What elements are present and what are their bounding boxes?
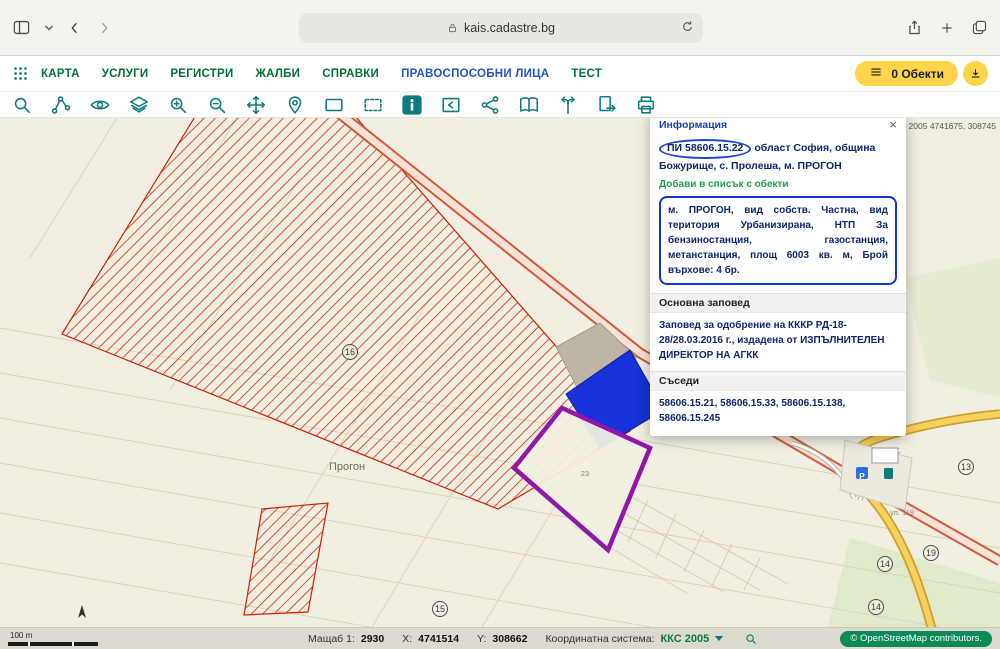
crs-label: Координатна система:	[545, 633, 654, 645]
osm-attribution[interactable]: © OpenStreetMap contributors.	[840, 631, 992, 647]
zoom-out-icon[interactable]	[205, 93, 228, 116]
tabs-overview-icon[interactable]	[971, 19, 988, 36]
main-navigation: КАРТА УСЛУГИ РЕГИСТРИ ЖАЛБИ СПРАВКИ ПРАВОСПОС…	[0, 56, 1000, 92]
forward-icon[interactable]	[96, 20, 112, 36]
kais-cadastre-app: kais.cadastre.bg КАРТА УСЛУГИ РЕГИСТРИ ЖАЛБ…	[0, 0, 1000, 649]
nav-item-2[interactable]: РЕГИСТРИ	[170, 68, 233, 80]
statusbar-search-icon[interactable]	[744, 632, 758, 646]
x-label: X:	[402, 633, 412, 645]
menu-icon	[869, 65, 883, 82]
nav-links: КАРТА УСЛУГИ РЕГИСТРИ ЖАЛБИ СПРАВКИ ПРАВОСПОС…	[41, 68, 624, 80]
map-toolbar	[0, 92, 1000, 118]
y-value: 308662	[492, 633, 527, 645]
sidebar-toggle-icon[interactable]	[12, 18, 31, 37]
nav-item-3[interactable]: ЖАЛБИ	[256, 68, 301, 80]
parcel-details: м. ПРОГОН, вид собств. Частна, вид терит…	[659, 196, 897, 285]
legend-icon[interactable]	[517, 93, 540, 116]
reload-icon[interactable]	[680, 19, 695, 34]
add-to-objects-link[interactable]: Добави в списък с обекти	[659, 179, 897, 190]
map-label: ул. 119	[890, 508, 914, 517]
close-icon[interactable]: ×	[889, 118, 897, 131]
parcel-id[interactable]: ПИ 58606.15.22	[659, 139, 751, 159]
neighbors-section-header: Съседи	[650, 371, 906, 391]
nav-item-6[interactable]: ТЕСТ	[571, 68, 602, 80]
nav-item-1[interactable]: УСЛУГИ	[102, 68, 149, 80]
download-objects-button[interactable]	[963, 61, 988, 86]
back-icon[interactable]	[67, 20, 83, 36]
select-rectangle-icon[interactable]	[322, 93, 345, 116]
map-label: P	[859, 471, 865, 481]
info-icon[interactable]	[400, 93, 423, 116]
map-label: 23	[581, 469, 589, 478]
info-panel: Информация × ПИ 58606.15.22 област София…	[650, 118, 906, 436]
scalebar-label: 100 m	[8, 632, 104, 640]
y-label: Y:	[477, 633, 486, 645]
objects-badge-group: 0 Обекти	[855, 61, 988, 86]
objects-count-label: 0 Обекти	[891, 67, 944, 81]
panel-title: Информация	[659, 119, 727, 131]
parcel-header: ПИ 58606.15.22 област София, община Божу…	[659, 139, 897, 175]
url-text: kais.cadastre.bg	[464, 21, 555, 35]
crs-select[interactable]: ККС 2005	[660, 633, 724, 645]
scalebar-bar	[8, 642, 98, 646]
dropdown-caret-icon	[714, 635, 724, 642]
nav-item-0[interactable]: КАРТА	[41, 68, 80, 80]
building	[872, 448, 898, 463]
chevron-down-icon[interactable]	[44, 24, 54, 32]
nav-item-5[interactable]: ПРАВОСПОСОБНИ ЛИЦА	[401, 68, 549, 80]
scale-value: 2930	[361, 633, 384, 645]
map-label: Прогон	[329, 461, 365, 473]
map-label: 15	[435, 604, 445, 614]
split-icon[interactable]	[556, 93, 579, 116]
order-section-header: Основна заповед	[650, 293, 906, 313]
apps-grid-icon[interactable]	[12, 65, 29, 82]
map-label: 16	[345, 347, 355, 357]
map-label: 14	[880, 559, 890, 569]
neighbors-list: 58606.15.21, 58606.15.33, 58606.15.138, …	[659, 396, 897, 426]
status-readouts: Мащаб 1: 2930 X: 4741514 Y: 308662 Коорд…	[308, 632, 758, 646]
layers-icon[interactable]	[127, 93, 150, 116]
scalebar: 100 m	[8, 632, 104, 646]
search-icon[interactable]	[10, 93, 33, 116]
clear-selection-icon[interactable]	[361, 93, 384, 116]
zoom-in-icon[interactable]	[166, 93, 189, 116]
map-label: 19	[926, 548, 936, 558]
fuel-icon	[884, 468, 893, 479]
scale-label: Мащаб 1:	[308, 633, 355, 645]
share-icon[interactable]	[478, 93, 501, 116]
pan-icon[interactable]	[244, 93, 267, 116]
locate-icon[interactable]	[283, 93, 306, 116]
order-text: Заповед за одобрение на КККР РД-18-28/28…	[659, 318, 897, 363]
lock-icon	[447, 22, 458, 34]
map-canvas[interactable]: Прогон 16 15 13 19 14 14 23 ул. 119 P КС 2005 474…	[0, 118, 1000, 627]
previous-extent-icon[interactable]	[439, 93, 462, 116]
measure-icon[interactable]	[49, 93, 72, 116]
nav-item-4[interactable]: СПРАВКИ	[322, 68, 379, 80]
browser-chrome: kais.cadastre.bg	[0, 0, 1000, 56]
status-bar: 100 m Мащаб 1: 2930 X: 4741514 Y: 308662…	[0, 627, 1000, 649]
new-tab-icon[interactable]	[939, 20, 955, 36]
objects-count-badge[interactable]: 0 Обекти	[855, 61, 958, 86]
x-value: 4741514	[418, 633, 459, 645]
print-icon[interactable]	[634, 93, 657, 116]
cursor-coordinates: КС 2005 4741675, 308745	[895, 121, 996, 131]
export-icon[interactable]	[595, 93, 618, 116]
map-label: 13	[961, 462, 971, 472]
map-label: 14	[871, 602, 881, 612]
address-bar[interactable]: kais.cadastre.bg	[299, 13, 703, 43]
crs-value: ККС 2005	[660, 633, 709, 645]
layer-visibility-icon[interactable]	[88, 93, 111, 116]
share-page-icon[interactable]	[906, 19, 923, 36]
